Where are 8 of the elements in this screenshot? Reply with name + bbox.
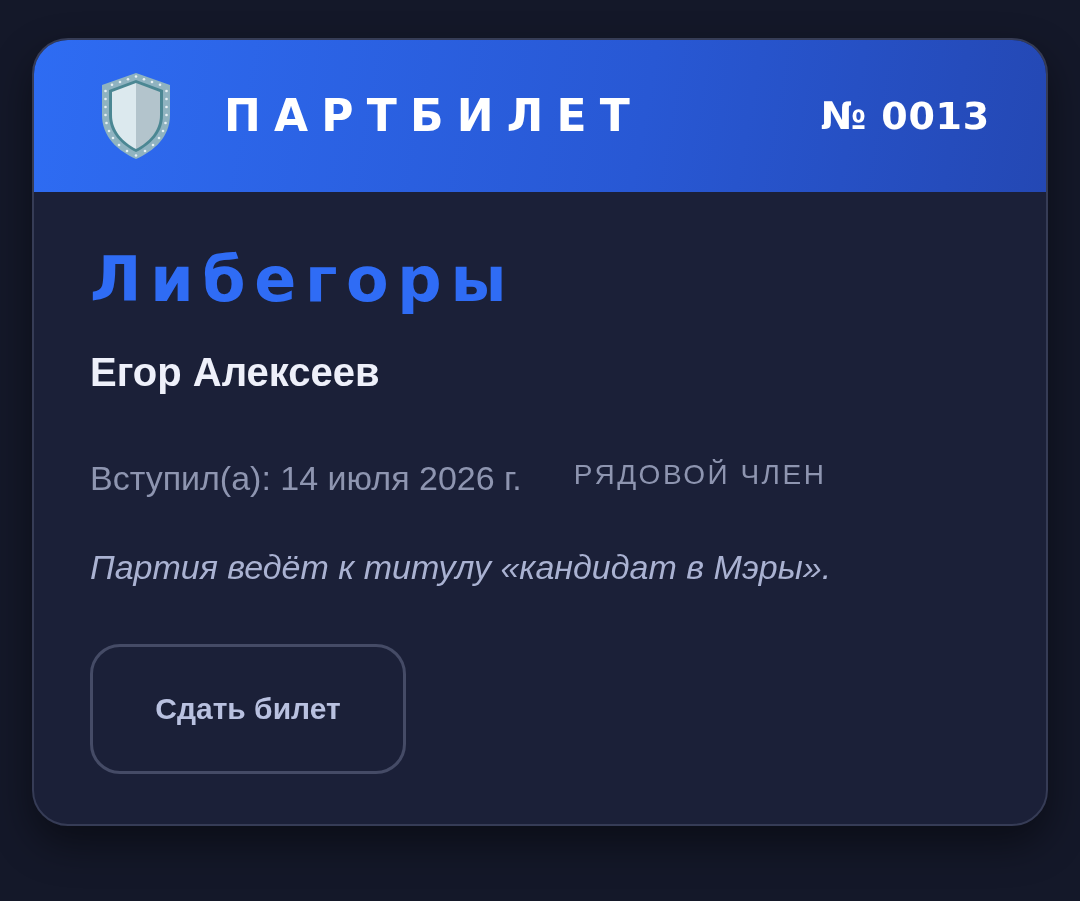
member-rank: РЯДОВОЙ ЧЛЕН [573, 457, 827, 492]
card-number: № 0013 [820, 97, 990, 135]
party-name: Либегоры [90, 246, 517, 315]
card-title: ПАРТБИЛЕТ [224, 94, 643, 138]
return-ticket-button[interactable]: Сдать билет [90, 643, 406, 774]
member-name: Егор Алексеев [90, 349, 381, 397]
party-motto: Партия ведёт к титулу «кандидат в Мэры». [90, 547, 833, 588]
join-date: Вступил(а): 14 июля 2026 г. [90, 458, 522, 499]
